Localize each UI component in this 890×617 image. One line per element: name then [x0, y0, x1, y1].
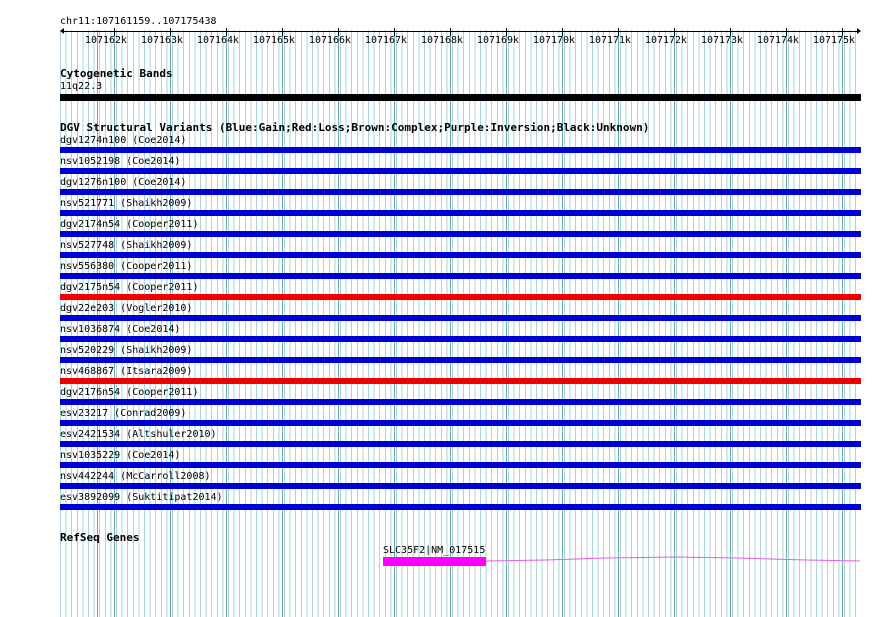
- dgv-variant-row[interactable]: esv23217 (Conrad2009): [0, 408, 890, 429]
- dgv-variant-label[interactable]: nsv468867 (Itsara2009): [60, 366, 192, 377]
- dgv-variant-bar-gain[interactable]: [60, 168, 861, 174]
- ruler-tick-label: 107167k: [364, 35, 408, 46]
- dgv-variant-row[interactable]: nsv521771 (Shaikh2009): [0, 198, 890, 219]
- refseq-track-title[interactable]: RefSeq Genes: [60, 532, 139, 544]
- dgv-track-title[interactable]: DGV Structural Variants (Blue:Gain;Red:L…: [60, 122, 649, 134]
- dgv-variant-label[interactable]: dgv2175n54 (Cooper2011): [60, 282, 198, 293]
- dgv-variant-label[interactable]: dgv22e203 (Vogler2010): [60, 303, 192, 314]
- dgv-variant-bar-gain[interactable]: [60, 189, 861, 195]
- dgv-variant-row[interactable]: nsv1052198 (Coe2014): [0, 156, 890, 177]
- dgv-variant-row[interactable]: dgv2176n54 (Cooper2011): [0, 387, 890, 408]
- dgv-variant-row[interactable]: dgv2175n54 (Cooper2011): [0, 282, 890, 303]
- ruler-location: chr11:107161159..107175438: [60, 16, 217, 27]
- dgv-variant-bar-loss[interactable]: [60, 378, 861, 384]
- dgv-variant-row[interactable]: nsv556380 (Cooper2011): [0, 261, 890, 282]
- ruler-left-arrow-icon[interactable]: [60, 28, 64, 34]
- gene-label[interactable]: SLC35F2|NM_017515: [383, 545, 485, 556]
- ruler-tick-label: 107174k: [756, 35, 800, 46]
- dgv-variant-label[interactable]: esv2421534 (Altshuler2010): [60, 429, 217, 440]
- ruler-tick-label: 107166k: [308, 35, 352, 46]
- ruler-tick-label: 107169k: [476, 35, 520, 46]
- dgv-variant-bar-gain[interactable]: [60, 231, 861, 237]
- ruler-tick-label: 107171k: [588, 35, 632, 46]
- dgv-variant-bar-gain[interactable]: [60, 273, 861, 279]
- dgv-variant-label[interactable]: nsv527748 (Shaikh2009): [60, 240, 192, 251]
- dgv-variant-bar-gain[interactable]: [60, 147, 861, 153]
- dgv-variant-label[interactable]: nsv1036874 (Coe2014): [60, 324, 180, 335]
- ruler-tick-label: 107162k: [84, 35, 128, 46]
- gene-intron-line[interactable]: [486, 554, 861, 566]
- dgv-variant-label[interactable]: dgv1276n100 (Coe2014): [60, 177, 186, 188]
- dgv-variant-bar-gain[interactable]: [60, 357, 861, 363]
- ruler-tick-label: 107164k: [196, 35, 240, 46]
- dgv-variant-label[interactable]: nsv1052198 (Coe2014): [60, 156, 180, 167]
- dgv-variant-label[interactable]: dgv2176n54 (Cooper2011): [60, 387, 198, 398]
- dgv-variant-bar-loss[interactable]: [60, 294, 861, 300]
- dgv-variant-row[interactable]: dgv1276n100 (Coe2014): [0, 177, 890, 198]
- genome-browser-panel: chr11:107161159..107175438 107162k 107163…: [0, 0, 890, 617]
- dgv-variant-bar-gain[interactable]: [60, 504, 861, 510]
- ruler-tick-label: 107175k: [812, 35, 856, 46]
- dgv-variant-row[interactable]: nsv527748 (Shaikh2009): [0, 240, 890, 261]
- ruler-tick-label: 107165k: [252, 35, 296, 46]
- ruler-tick-label: 107163k: [140, 35, 184, 46]
- dgv-variant-bar-gain[interactable]: [60, 420, 861, 426]
- dgv-variant-row[interactable]: nsv442244 (McCarroll2008): [0, 471, 890, 492]
- dgv-variant-bar-gain[interactable]: [60, 441, 861, 447]
- dgv-variant-row[interactable]: esv3892099 (Suktitipat2014): [0, 492, 890, 513]
- ruler-tick-label: 107168k: [420, 35, 464, 46]
- cytoband-bar[interactable]: [60, 94, 861, 101]
- dgv-variant-row[interactable]: dgv22e203 (Vogler2010): [0, 303, 890, 324]
- dgv-variant-bar-gain[interactable]: [60, 483, 861, 489]
- dgv-variant-row[interactable]: nsv468867 (Itsara2009): [0, 366, 890, 387]
- dgv-variant-label[interactable]: nsv521771 (Shaikh2009): [60, 198, 192, 209]
- dgv-variant-row[interactable]: nsv520229 (Shaikh2009): [0, 345, 890, 366]
- dgv-variant-label[interactable]: nsv556380 (Cooper2011): [60, 261, 192, 272]
- ruler-right-arrow-icon[interactable]: [857, 28, 861, 34]
- dgv-variant-bar-gain[interactable]: [60, 210, 861, 216]
- dgv-variant-row[interactable]: nsv1035229 (Coe2014): [0, 450, 890, 471]
- dgv-variant-bar-gain[interactable]: [60, 336, 861, 342]
- dgv-variant-bar-gain[interactable]: [60, 315, 861, 321]
- dgv-variant-label[interactable]: esv23217 (Conrad2009): [60, 408, 186, 419]
- cytoband-label: 11q22.3: [60, 81, 103, 92]
- ruler-tick-label: 107173k: [700, 35, 744, 46]
- ruler-tick-label: 107170k: [532, 35, 576, 46]
- dgv-variant-row[interactable]: esv2421534 (Altshuler2010): [0, 429, 890, 450]
- ruler-tick-label: 107172k: [644, 35, 688, 46]
- dgv-variant-row[interactable]: dgv1274n100 (Coe2014): [0, 135, 890, 156]
- dgv-variant-bar-gain[interactable]: [60, 252, 861, 258]
- dgv-variant-row[interactable]: nsv1036874 (Coe2014): [0, 324, 890, 345]
- dgv-variant-bar-gain[interactable]: [60, 462, 861, 468]
- dgv-variant-label[interactable]: nsv442244 (McCarroll2008): [60, 471, 211, 482]
- dgv-variant-label[interactable]: nsv520229 (Shaikh2009): [60, 345, 192, 356]
- dgv-variant-label[interactable]: dgv1274n100 (Coe2014): [60, 135, 186, 146]
- dgv-variant-label[interactable]: nsv1035229 (Coe2014): [60, 450, 180, 461]
- dgv-variant-label[interactable]: dgv2174n54 (Cooper2011): [60, 219, 198, 230]
- gene-exon[interactable]: [383, 557, 486, 566]
- cytoband-track-title[interactable]: Cytogenetic Bands: [60, 68, 173, 80]
- ruler-line: [62, 31, 858, 32]
- dgv-variant-label[interactable]: esv3892099 (Suktitipat2014): [60, 492, 223, 503]
- dgv-variant-bar-gain[interactable]: [60, 399, 861, 405]
- dgv-variant-row[interactable]: dgv2174n54 (Cooper2011): [0, 219, 890, 240]
